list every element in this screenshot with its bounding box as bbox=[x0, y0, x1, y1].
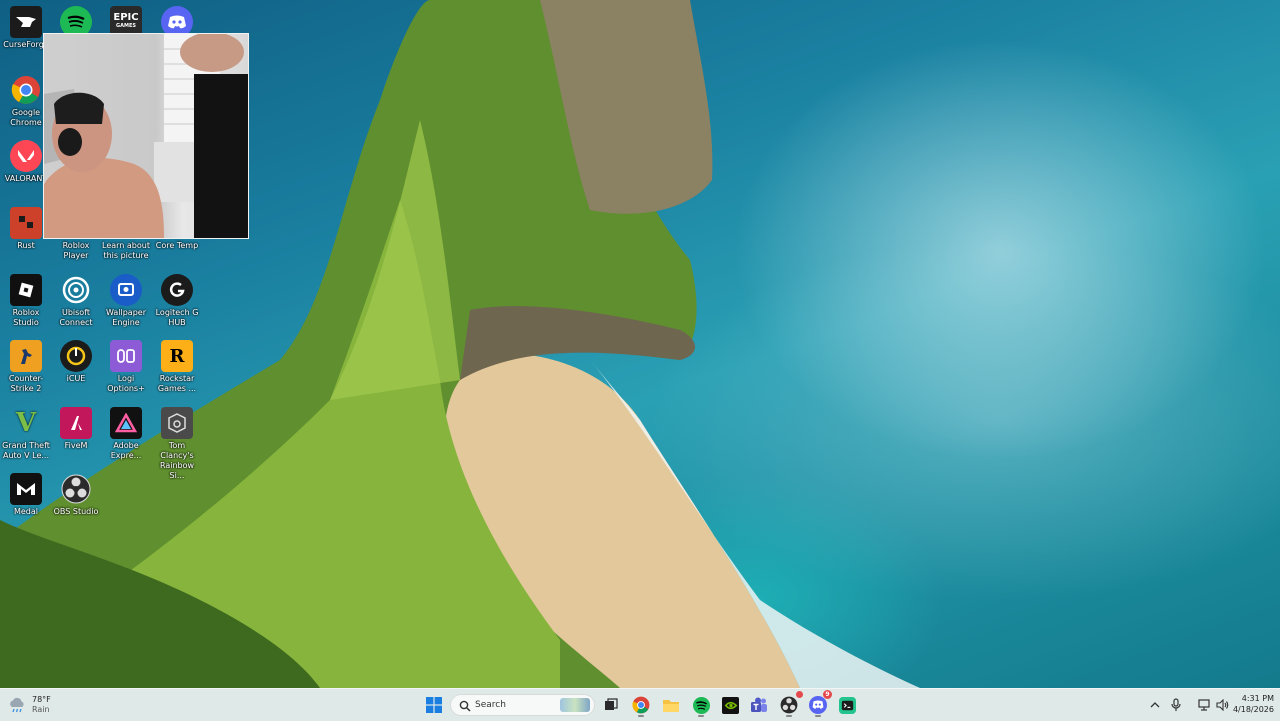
wallpaper-engine-icon bbox=[110, 274, 142, 306]
task-view-button[interactable] bbox=[599, 693, 623, 717]
taskbar: 78°F Rain Search 9 4:31 PM 4/18/2026 bbox=[0, 688, 1280, 721]
taskbar-discord-button[interactable]: 9 bbox=[806, 690, 832, 717]
rust-icon bbox=[10, 207, 42, 239]
network-icon bbox=[1198, 699, 1210, 711]
fivem-icon bbox=[60, 407, 92, 439]
webcam-overlay[interactable] bbox=[43, 33, 249, 239]
desktop-icon-label: FiveM bbox=[64, 441, 88, 450]
desktop-icon-medal[interactable]: Medal bbox=[1, 471, 51, 535]
adobe-express-icon bbox=[110, 407, 142, 439]
desktop-icon-label: OBS Studio bbox=[53, 507, 99, 516]
microphone-icon bbox=[1171, 698, 1181, 711]
gta-v-icon: V bbox=[15, 408, 37, 438]
desktop-icon-label: Roblox Player bbox=[62, 241, 90, 260]
desktop-icon-label: Grand Theft Auto V Le... bbox=[2, 441, 50, 460]
chrome-icon bbox=[10, 74, 42, 106]
search-icon bbox=[459, 700, 471, 712]
folder-icon bbox=[663, 699, 679, 712]
taskbar-terminal-button[interactable] bbox=[835, 693, 859, 717]
clock-date: 4/18/2026 bbox=[1232, 705, 1274, 714]
taskbar-teams-button[interactable] bbox=[747, 693, 771, 717]
valorant-icon bbox=[10, 140, 42, 172]
roblox-studio-icon bbox=[10, 274, 42, 306]
discord-icon bbox=[809, 696, 827, 714]
ubisoft-connect-icon bbox=[60, 274, 92, 306]
clock-time: 4:31 PM bbox=[1241, 694, 1274, 703]
desktop-icon-wallpaper-engine[interactable]: Wallpaper Engine bbox=[101, 272, 151, 336]
desktop-icon-rainbow-six-siege[interactable]: Tom Clancy's Rainbow Si... bbox=[152, 405, 202, 480]
nvidia-icon bbox=[721, 696, 739, 714]
counter-strike-2-icon bbox=[10, 340, 42, 372]
desktop-icon-counter-strike-2[interactable]: Counter-Strike 2 bbox=[1, 338, 51, 402]
rockstar-games-icon: R bbox=[161, 340, 193, 372]
rainbow-six-siege-icon bbox=[161, 407, 193, 439]
chevron-up-icon bbox=[1150, 702, 1160, 708]
recording-indicator bbox=[796, 691, 803, 698]
desktop-icon-label: Learn about this picture bbox=[102, 241, 150, 260]
desktop-icon-fivem[interactable]: FiveM bbox=[51, 405, 101, 469]
search-highlight-image bbox=[560, 698, 590, 712]
taskbar-spotify-button[interactable] bbox=[689, 693, 713, 717]
logitech-g-hub-icon bbox=[161, 274, 193, 306]
terminal-icon bbox=[838, 696, 856, 714]
desktop-icon-icue[interactable]: iCUE bbox=[51, 338, 101, 402]
desktop-icon-label: Ubisoft Connect bbox=[59, 308, 93, 327]
weather-condition: Rain bbox=[32, 705, 50, 714]
obs-icon bbox=[780, 696, 798, 714]
taskbar-nvidia-button[interactable] bbox=[718, 693, 742, 717]
epic-games-mark: EPIC bbox=[113, 12, 139, 23]
taskbar-obs-button[interactable] bbox=[777, 691, 803, 717]
taskbar-search-box[interactable] bbox=[450, 694, 595, 716]
notification-badge: 9 bbox=[823, 690, 832, 699]
microphone-tray-button[interactable] bbox=[1168, 693, 1184, 717]
desktop-icon-label: Counter-Strike 2 bbox=[8, 374, 44, 393]
desktop-icon-gta-v[interactable]: V Grand Theft Auto V Le... bbox=[1, 405, 51, 469]
desktop-icon-label: Rockstar Games ... bbox=[157, 374, 197, 393]
task-view-icon bbox=[605, 698, 618, 710]
medal-icon bbox=[10, 473, 42, 505]
running-indicator bbox=[698, 715, 704, 717]
taskbar-chrome-button[interactable] bbox=[629, 693, 653, 717]
weather-widget[interactable]: 78°F Rain bbox=[8, 693, 51, 717]
desktop-icon-adobe-express[interactable]: Adobe Expre... bbox=[101, 405, 151, 469]
show-hidden-icons-button[interactable] bbox=[1148, 693, 1162, 717]
taskbar-clock[interactable]: 4:31 PM 4/18/2026 bbox=[1224, 693, 1274, 715]
desktop-icon-label: Logi Options+ bbox=[107, 374, 145, 393]
curseforge-icon bbox=[10, 6, 42, 38]
weather-temperature: 78°F bbox=[32, 695, 51, 704]
chrome-icon bbox=[632, 696, 650, 714]
webcam-feed-image bbox=[44, 34, 248, 238]
desktop-icon-label: Wallpaper Engine bbox=[105, 308, 146, 327]
desktop-icon-label: Roblox Studio bbox=[12, 308, 40, 327]
search-input[interactable] bbox=[475, 698, 555, 712]
start-button[interactable] bbox=[422, 693, 446, 717]
taskbar-file-explorer-button[interactable] bbox=[659, 693, 683, 717]
obs-studio-icon bbox=[60, 473, 92, 505]
desktop-icon-roblox-studio[interactable]: Roblox Studio bbox=[1, 272, 51, 336]
desktop-icon-label: Logitech G HUB bbox=[155, 308, 199, 327]
teams-icon bbox=[751, 697, 767, 712]
desktop-icon-label: Core Temp bbox=[155, 241, 199, 250]
desktop-icon-label: Rust bbox=[17, 241, 35, 250]
running-indicator bbox=[786, 715, 792, 717]
desktop-icon-rockstar-games[interactable]: R Rockstar Games ... bbox=[152, 338, 202, 402]
desktop-icon-logi-options[interactable]: Logi Options+ bbox=[101, 338, 151, 402]
desktop-icon-label: Tom Clancy's Rainbow Si... bbox=[159, 441, 195, 480]
desktop-icon-label: Adobe Expre... bbox=[110, 441, 142, 460]
running-indicator bbox=[638, 715, 644, 717]
desktop-icon-label: iCUE bbox=[66, 374, 86, 383]
spotify-icon bbox=[692, 696, 710, 714]
windows-start-icon bbox=[426, 697, 442, 713]
desktop-icon-ubisoft-connect[interactable]: Ubisoft Connect bbox=[51, 272, 101, 336]
rain-cloud-icon bbox=[10, 697, 24, 713]
desktop-icon-label: Medal bbox=[13, 507, 39, 516]
icue-icon bbox=[60, 340, 92, 372]
desktop-icon-logitech-g-hub[interactable]: Logitech G HUB bbox=[152, 272, 202, 336]
logi-options-icon bbox=[110, 340, 142, 372]
running-indicator bbox=[815, 715, 821, 717]
desktop-icon-obs-studio[interactable]: OBS Studio bbox=[51, 471, 101, 535]
